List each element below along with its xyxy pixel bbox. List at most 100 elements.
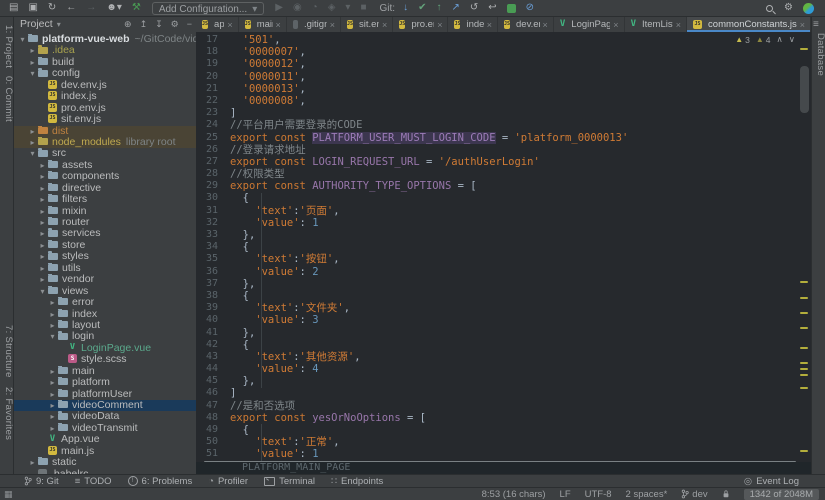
- tree-item-pro.env.js[interactable]: JSpro.env.js: [14, 103, 196, 114]
- tree-item-router[interactable]: ▸router: [14, 217, 196, 228]
- code-line[interactable]: 50 'text':'正常',: [196, 436, 811, 448]
- chevron-expanded-icon[interactable]: ▾: [48, 331, 57, 342]
- tree-item-services[interactable]: ▸services: [14, 228, 196, 239]
- close-icon[interactable]: ×: [382, 20, 387, 30]
- tree-item-static[interactable]: ▸static: [14, 457, 196, 468]
- tab-.gitignore[interactable]: .gitignore×: [287, 17, 341, 32]
- save-icon[interactable]: ▣: [28, 0, 37, 16]
- next-problem-icon[interactable]: ∨: [789, 34, 795, 45]
- code-line[interactable]: 27export const LOGIN_REQUEST_URL = '/aut…: [196, 156, 811, 168]
- vertical-scrollbar[interactable]: [800, 66, 809, 113]
- chevron-expanded-icon[interactable]: ▾: [38, 286, 47, 297]
- tab-api.js[interactable]: JSapi.js×: [196, 17, 239, 32]
- chevron-down-icon[interactable]: ▾: [57, 20, 61, 29]
- code-line[interactable]: 49 {: [196, 424, 811, 436]
- close-icon[interactable]: ×: [613, 20, 618, 30]
- tree-item-error[interactable]: ▸error: [14, 297, 196, 308]
- code-line[interactable]: 26//登录请求地址: [196, 144, 811, 156]
- file-encoding[interactable]: UTF-8: [585, 489, 612, 500]
- tool-window-button-6: Problems[interactable]: !6: Problems: [128, 476, 193, 487]
- code-line[interactable]: 33 },: [196, 229, 811, 241]
- hide-panel-icon[interactable]: −: [187, 19, 192, 29]
- tree-item-views[interactable]: ▾views: [14, 286, 196, 297]
- chevron-collapsed-icon[interactable]: ▸: [48, 400, 57, 411]
- run-icon[interactable]: ▶: [275, 0, 283, 16]
- tree-item-sit.env.js[interactable]: JSsit.env.js: [14, 114, 196, 125]
- run-configuration-select[interactable]: Add Configuration...▾: [152, 2, 264, 15]
- rollback-icon[interactable]: ↩: [488, 0, 496, 16]
- tree-item-dist[interactable]: ▸dist: [14, 126, 196, 137]
- tabs-list-icon[interactable]: ≡: [813, 19, 819, 30]
- code-line[interactable]: 39 'text':'文件夹',: [196, 302, 811, 314]
- chevron-collapsed-icon[interactable]: ▸: [38, 160, 47, 171]
- chevron-collapsed-icon[interactable]: ▸: [48, 297, 57, 308]
- tab-index.js[interactable]: JSindex.js×: [448, 17, 498, 32]
- code-line[interactable]: 38 {: [196, 290, 811, 302]
- lock-icon[interactable]: [722, 489, 730, 499]
- code-line[interactable]: 43 'text':'其他资源',: [196, 351, 811, 363]
- chevron-collapsed-icon[interactable]: ▸: [38, 274, 47, 285]
- code-line[interactable]: 47//是和否选项: [196, 400, 811, 412]
- project-panel-title[interactable]: Project: [20, 18, 53, 30]
- caret-position[interactable]: 8:53 (16 chars): [482, 489, 546, 500]
- chevron-collapsed-icon[interactable]: ▸: [48, 309, 57, 320]
- forward-icon[interactable]: →: [86, 0, 96, 16]
- memory-indicator[interactable]: 1342 of 2048M: [744, 489, 819, 500]
- code-line[interactable]: 23]: [196, 107, 811, 119]
- tool-window-button-TODO[interactable]: ≡TODO: [75, 476, 112, 487]
- code-editor[interactable]: 17 '501',18 '0000007',19 '0000012',20 '0…: [196, 32, 811, 474]
- chevron-expanded-icon[interactable]: ▾: [18, 34, 27, 45]
- chevron-collapsed-icon[interactable]: ▸: [48, 389, 57, 400]
- close-icon[interactable]: ×: [330, 20, 335, 30]
- line-separator[interactable]: LF: [560, 489, 571, 500]
- chevron-collapsed-icon[interactable]: ▸: [48, 320, 57, 331]
- tree-item-layout[interactable]: ▸layout: [14, 320, 196, 331]
- tree-item-main.js[interactable]: JSmain.js: [14, 446, 196, 457]
- toolwindow-toggle-icon[interactable]: ▦: [4, 489, 13, 500]
- code-line[interactable]: 51 'value': 1: [196, 448, 811, 460]
- tree-item-assets[interactable]: ▸assets: [14, 160, 196, 171]
- tree-item-platform[interactable]: ▸platform: [14, 377, 196, 388]
- code-line[interactable]: 32 'value': 1: [196, 217, 811, 229]
- tree-item-mixin[interactable]: ▸mixin: [14, 206, 196, 217]
- profile-icon[interactable]: ◈: [328, 0, 336, 16]
- close-icon[interactable]: ×: [276, 20, 281, 30]
- running-process-icon[interactable]: [507, 4, 516, 13]
- tree-item-vendor[interactable]: ▸vendor: [14, 274, 196, 285]
- chevron-collapsed-icon[interactable]: ▸: [48, 423, 57, 434]
- chevron-collapsed-icon[interactable]: ▸: [48, 411, 57, 422]
- back-icon[interactable]: ←: [66, 0, 76, 16]
- tree-item-App.vue[interactable]: VApp.vue: [14, 434, 196, 445]
- tree-item-src[interactable]: ▾src: [14, 148, 196, 159]
- locate-file-icon[interactable]: ⊕: [124, 19, 132, 30]
- code-line[interactable]: 21 '0000013',: [196, 83, 811, 95]
- chevron-collapsed-icon[interactable]: ▸: [28, 457, 37, 468]
- commit-check-icon[interactable]: ✔: [418, 0, 426, 16]
- code-line[interactable]: 25export const PLATFORM_USER_MUST_LOGIN_…: [196, 132, 811, 144]
- tool-button-1: Project[interactable]: 1: Project: [0, 25, 14, 68]
- tool-button-Database[interactable]: Database: [812, 33, 825, 76]
- code-line[interactable]: 20 '0000011',: [196, 71, 811, 83]
- tab-ItemList.vue[interactable]: VItemList.vue×: [625, 17, 687, 32]
- chevron-collapsed-icon[interactable]: ▸: [38, 194, 47, 205]
- chevron-collapsed-icon[interactable]: ▸: [28, 126, 37, 137]
- run-dropdown-icon[interactable]: ▾: [345, 0, 350, 16]
- debug-icon[interactable]: ◉: [293, 0, 302, 16]
- tree-item-videoTransmit[interactable]: ▸videoTransmit: [14, 423, 196, 434]
- code-line[interactable]: 45 },: [196, 375, 811, 387]
- tree-item-filters[interactable]: ▸filters: [14, 194, 196, 205]
- code-line[interactable]: 17 '501',: [196, 34, 811, 46]
- tool-window-button-Profiler[interactable]: ◔Profiler: [208, 476, 248, 487]
- tab-commonConstants.js[interactable]: JScommonConstants.js×: [687, 17, 811, 32]
- avatar[interactable]: [803, 3, 814, 14]
- close-icon[interactable]: ×: [800, 20, 805, 30]
- open-folder-icon[interactable]: ▤: [9, 0, 18, 16]
- git-branch-widget[interactable]: dev: [681, 489, 707, 500]
- chevron-collapsed-icon[interactable]: ▸: [38, 217, 47, 228]
- collapse-all-icon[interactable]: ↧: [155, 19, 163, 30]
- code-line[interactable]: 34 {: [196, 241, 811, 253]
- code-line[interactable]: 35 'text':'按钮',: [196, 253, 811, 265]
- code-line[interactable]: 44 'value': 4: [196, 363, 811, 375]
- chevron-collapsed-icon[interactable]: ▸: [38, 240, 47, 251]
- code-line[interactable]: 24//平台用户需要登录的CODE: [196, 119, 811, 131]
